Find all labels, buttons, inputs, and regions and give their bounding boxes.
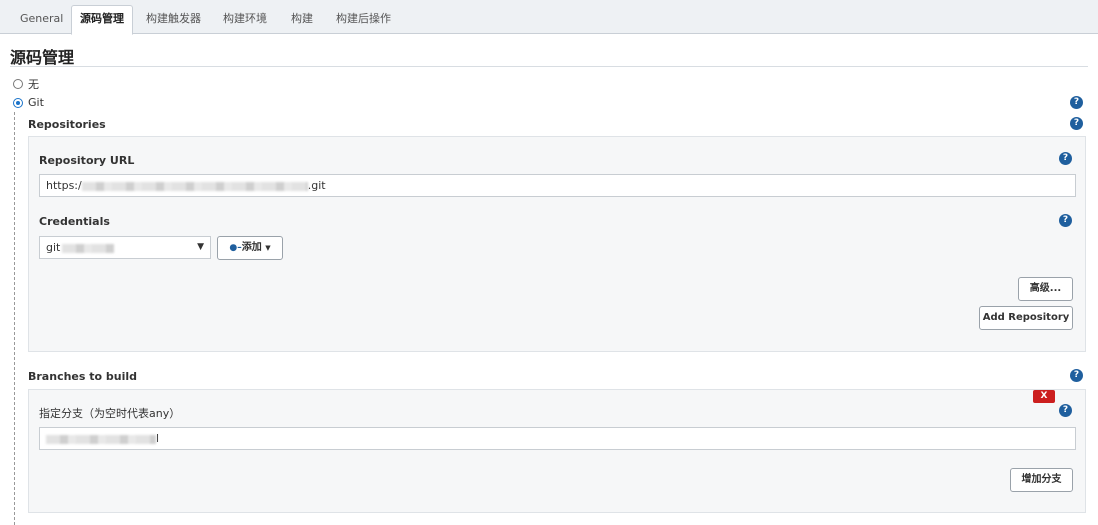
credentials-select[interactable]: git ▼ xyxy=(39,236,211,259)
repository-url-suffix: .git xyxy=(307,179,326,192)
credentials-label: Credentials xyxy=(39,215,110,228)
tab-general[interactable]: General xyxy=(12,6,71,34)
add-branch-button[interactable]: 增加分支 xyxy=(1010,468,1073,492)
delete-branch-button[interactable]: X xyxy=(1033,390,1055,403)
scm-option-none-label: 无 xyxy=(28,78,39,91)
add-repository-button[interactable]: Add Repository xyxy=(979,306,1073,330)
scm-option-none[interactable]: 无 xyxy=(13,76,39,92)
git-help-icon[interactable]: ? xyxy=(1070,96,1083,109)
advanced-button[interactable]: 高级... xyxy=(1018,277,1073,301)
repository-url-prefix: https:/ xyxy=(46,179,82,192)
tab-bar: General 源码管理 构建触发器 构建环境 构建 构建后操作 xyxy=(0,0,1098,35)
branch-specifier-help-icon[interactable]: ? xyxy=(1059,404,1072,417)
radio-git[interactable] xyxy=(13,97,23,108)
add-credentials-button[interactable]: ●–添加 ▼ xyxy=(217,236,283,260)
branch-specifier-input[interactable]: l xyxy=(39,427,1076,450)
repository-url-help-icon[interactable]: ? xyxy=(1059,152,1072,165)
branch-specifier-label: 指定分支（为空时代表any） xyxy=(39,407,181,420)
credentials-help-icon[interactable]: ? xyxy=(1059,214,1072,227)
section-title: 源码管理 xyxy=(10,48,75,67)
branch-panel xyxy=(28,389,1086,513)
branches-to-build-label: Branches to build xyxy=(28,370,138,383)
scm-option-git-label: Git xyxy=(28,96,44,109)
chevron-down-icon: ▼ xyxy=(265,244,271,252)
tab-build-triggers[interactable]: 构建触发器 xyxy=(138,6,209,34)
redacted-url xyxy=(81,181,308,191)
chevron-down-icon: ▼ xyxy=(197,242,204,252)
key-icon: ●– xyxy=(229,243,242,253)
radio-none[interactable] xyxy=(13,79,23,89)
repositories-help-icon[interactable]: ? xyxy=(1070,117,1083,130)
redacted-credential xyxy=(62,243,115,253)
redacted-branch xyxy=(46,434,156,444)
tab-build-environment[interactable]: 构建环境 xyxy=(215,6,275,34)
tab-post-build-actions[interactable]: 构建后操作 xyxy=(328,6,399,34)
tab-build[interactable]: 构建 xyxy=(283,6,321,34)
credentials-value: git xyxy=(46,241,61,254)
branch-specifier-value-tail: l xyxy=(156,432,160,445)
repositories-label: Repositories xyxy=(28,118,106,131)
branches-help-icon[interactable]: ? xyxy=(1070,369,1083,382)
scm-option-git[interactable]: Git xyxy=(13,96,44,109)
add-credentials-label: 添加 xyxy=(241,242,262,253)
repository-url-input[interactable]: https:/ .git xyxy=(39,174,1076,197)
git-options-guide xyxy=(14,112,15,525)
repository-url-label: Repository URL xyxy=(39,154,135,167)
section-divider xyxy=(10,66,1088,67)
tab-source-code-management[interactable]: 源码管理 xyxy=(71,5,133,35)
